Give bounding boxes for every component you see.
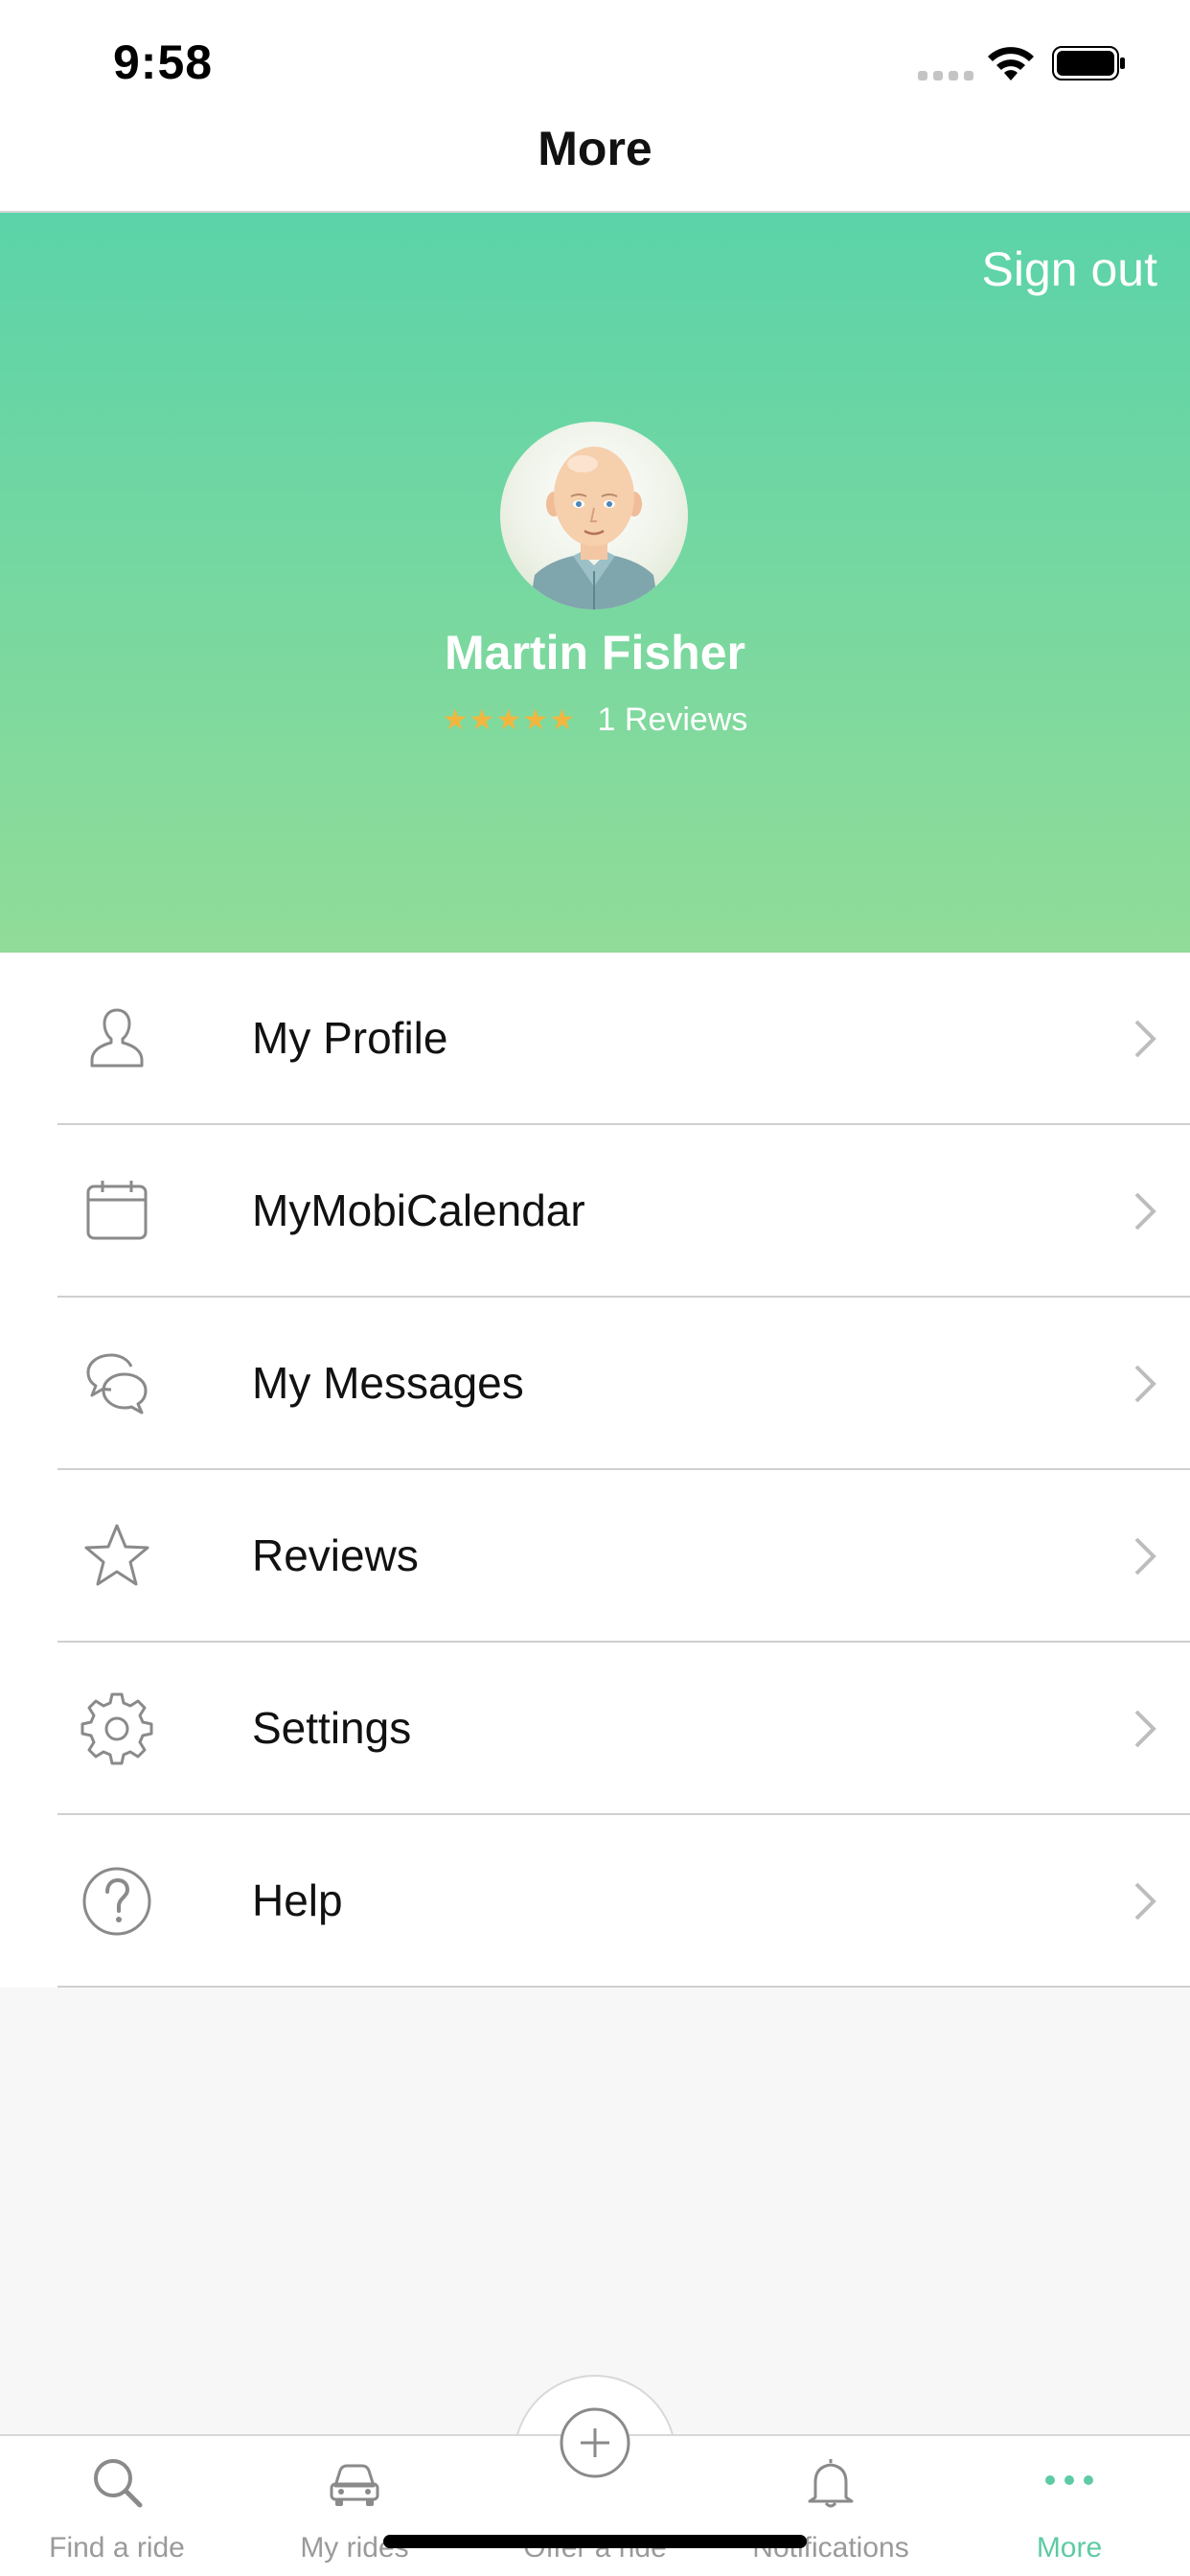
tab-my-rides[interactable]: My rides [259,2436,450,2576]
menu-item-mymobicalendar[interactable]: MyMobiCalendar [0,1125,1190,1298]
menu-item-my-messages[interactable]: My Messages [0,1298,1190,1470]
settings-menu: My Profile MyMobiCalendar My Messages Re… [0,953,1190,1988]
tab-label: More [1036,2532,1103,2564]
page-title: More [538,122,652,175]
chevron-right-icon [1134,1020,1156,1058]
search-icon [94,2459,143,2508]
chevron-right-icon [1134,1710,1156,1748]
menu-item-reviews[interactable]: Reviews [0,1470,1190,1643]
chevron-right-icon [1134,1882,1156,1920]
chevron-right-icon [1134,1365,1156,1403]
sign-out-button[interactable]: Sign out [982,242,1157,297]
menu-item-label: Help [252,1875,343,1925]
reviews-count: 1 Reviews [597,702,748,738]
battery-icon [1052,46,1125,80]
menu-item-label: Reviews [252,1530,419,1580]
car-icon [330,2464,379,2506]
chat-bubbles-icon [86,1353,148,1414]
menu-item-help[interactable]: Help [0,1815,1190,1988]
tab-notifications[interactable]: Notifications [735,2436,927,2576]
more-dots-icon [1045,2475,1093,2485]
menu-item-label: Settings [252,1703,412,1753]
menu-item-settings[interactable]: Settings [0,1643,1190,1815]
status-time: 9:58 [113,35,214,89]
calendar-icon [86,1181,148,1240]
avatar-illustration [529,447,659,610]
cellular-signal-icon [918,71,973,80]
menu-item-label: My Profile [252,1013,448,1063]
rating-stars: ★★★★★ [442,704,577,736]
profile-header: Sign out Martin Fisher ★★★★★ 1 Reviews [0,213,1190,953]
plus-circle-icon[interactable] [556,2404,634,2482]
bell-icon [808,2459,854,2508]
star-icon [84,1524,149,1586]
tab-find-a-ride[interactable]: Find a ride [21,2436,213,2576]
wifi-icon [988,47,1034,80]
question-circle-icon [82,1867,151,1936]
gear-icon [80,1692,153,1765]
avatar[interactable] [500,422,688,610]
more-screen: 9:58 More Sign out Martin Fisher ★★★★★ 1… [0,0,1190,2576]
profile-name: Martin Fisher [445,626,745,679]
navigation-bar: More [0,115,1190,213]
menu-item-label: My Messages [252,1358,524,1408]
status-bar: 9:58 [0,0,1190,115]
person-icon [90,1008,144,1068]
tab-label: Find a ride [49,2532,185,2564]
chevron-right-icon [1134,1537,1156,1576]
divider [57,1986,1190,1988]
chevron-right-icon [1134,1192,1156,1230]
rating-row: ★★★★★ 1 Reviews [0,702,1190,744]
tab-more[interactable]: More [973,2436,1165,2576]
menu-item-my-profile[interactable]: My Profile [0,953,1190,1125]
menu-item-label: MyMobiCalendar [252,1185,585,1235]
home-indicator [383,2535,807,2548]
